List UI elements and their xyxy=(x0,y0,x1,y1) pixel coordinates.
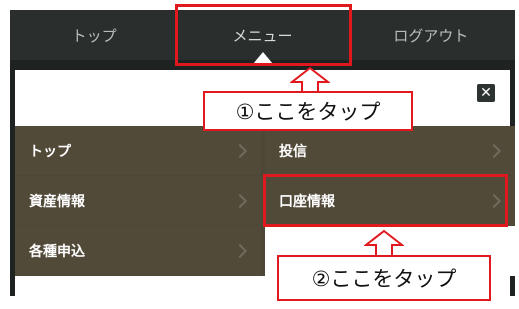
callout-arrow-up-icon-2 xyxy=(364,229,404,257)
menu-item-label: トップ xyxy=(29,143,71,160)
menu-item-label: 投信 xyxy=(279,143,307,160)
callout-arrow-up-icon xyxy=(290,66,330,94)
close-button[interactable]: ✕ xyxy=(477,84,495,102)
nav-tab-logout[interactable]: ログアウト xyxy=(347,10,515,60)
nav-tab-top[interactable]: トップ xyxy=(10,10,178,60)
menu-item-assets[interactable]: 資産情報 xyxy=(15,176,261,225)
menu-item-label: 各種申込 xyxy=(29,243,85,260)
chevron-right-icon xyxy=(486,143,502,158)
callout-step2-text: ②ここをタップ xyxy=(311,267,457,291)
close-icon: ✕ xyxy=(480,85,492,101)
menu-item-top[interactable]: トップ xyxy=(15,126,261,175)
menu-item-funds[interactable]: 投信 xyxy=(265,126,515,175)
highlight-account-item xyxy=(263,174,508,227)
highlight-menu-tab xyxy=(175,4,352,66)
callout-step2: ②ここをタップ xyxy=(277,255,491,301)
menu-item-applications[interactable]: 各種申込 xyxy=(15,226,261,275)
menu-item-label: 資産情報 xyxy=(29,193,85,210)
chevron-right-icon xyxy=(232,193,248,208)
chevron-right-icon xyxy=(232,243,248,258)
callout-step1: ①ここをタップ xyxy=(203,91,413,131)
callout-step1-text: ①ここをタップ xyxy=(235,100,381,124)
chevron-right-icon xyxy=(232,143,248,158)
